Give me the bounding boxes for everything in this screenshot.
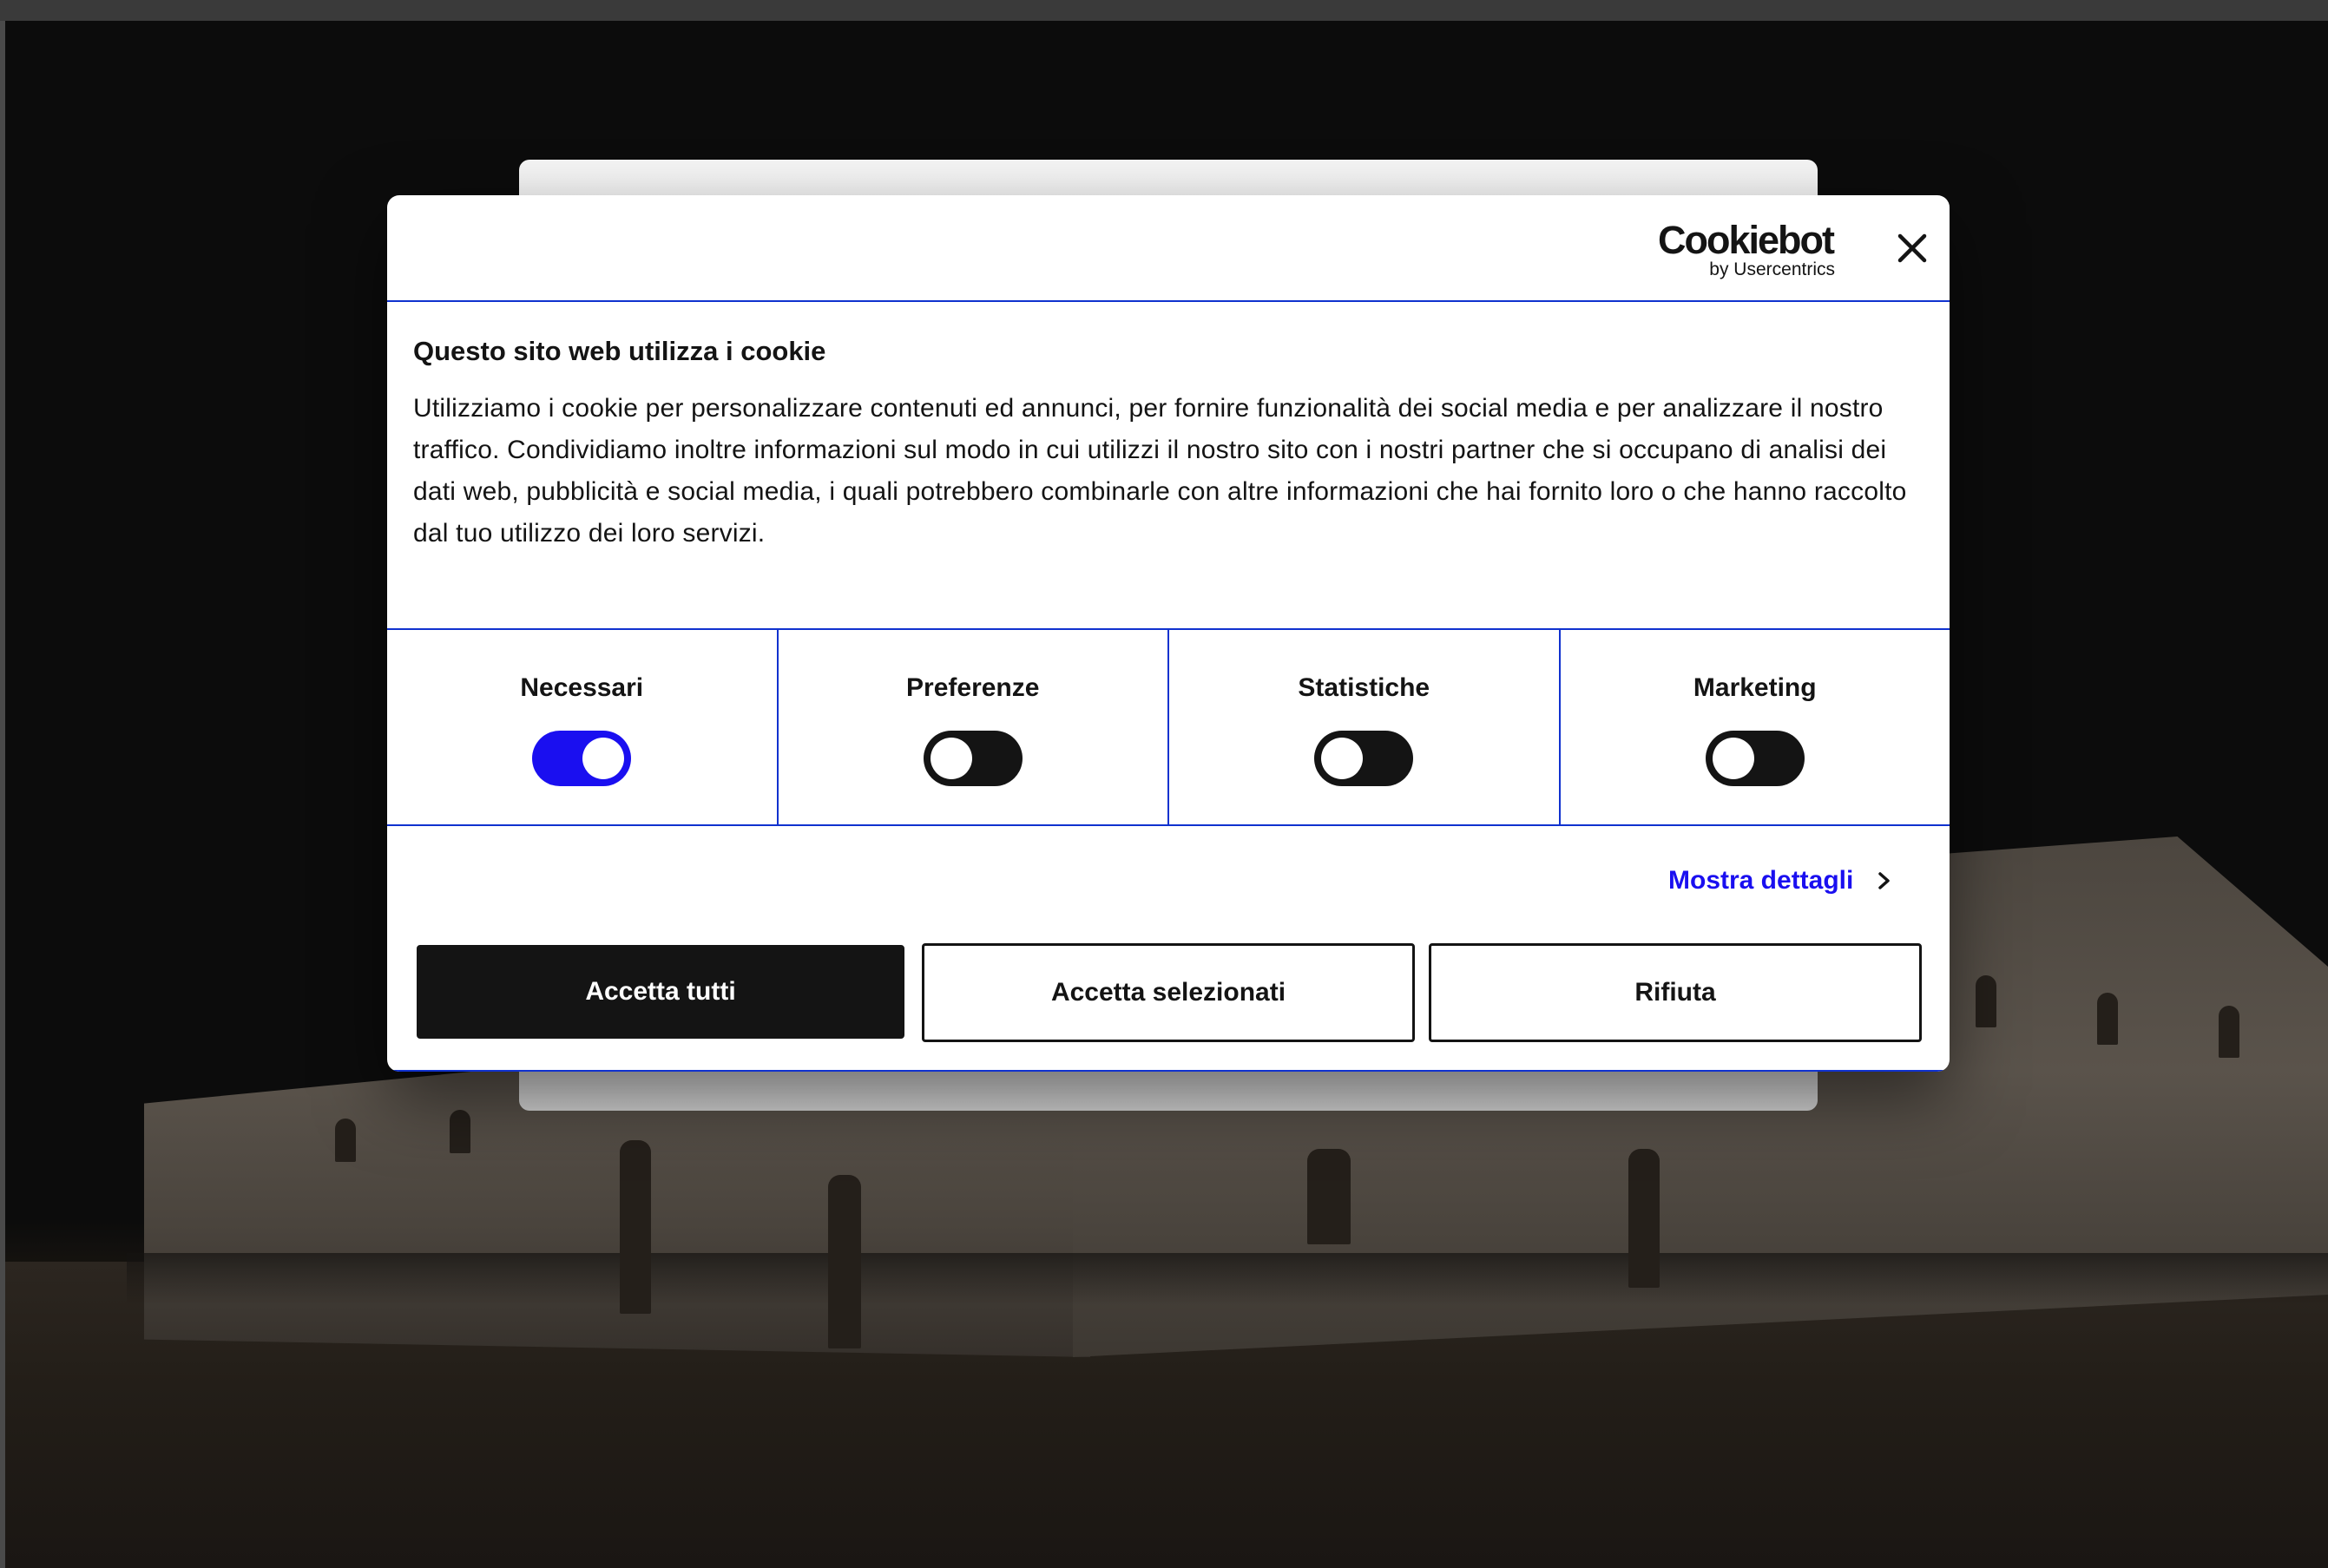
statistiche-toggle[interactable] bbox=[1314, 731, 1414, 786]
category-statistiche: Statistiche bbox=[1167, 630, 1559, 824]
building-window bbox=[620, 1140, 651, 1314]
close-icon bbox=[1897, 233, 1927, 263]
category-necessari: Necessari bbox=[387, 630, 777, 824]
browser-top-bar bbox=[0, 0, 2328, 21]
dialog-body: Questo sito web utilizza i cookie Utiliz… bbox=[413, 334, 1924, 554]
toggle-knob bbox=[930, 738, 972, 779]
logo-wordmark: Cookiebot bbox=[1658, 218, 1835, 262]
category-label: Necessari bbox=[520, 673, 644, 702]
building-window bbox=[335, 1119, 356, 1162]
dialog-title: Questo sito web utilizza i cookie bbox=[413, 336, 826, 366]
close-button[interactable] bbox=[1891, 226, 1934, 270]
toggle-knob bbox=[1712, 738, 1754, 779]
building-base-shadow bbox=[127, 1253, 2328, 1305]
category-label: Statistiche bbox=[1298, 673, 1430, 702]
accept-selected-button[interactable]: Accetta selezionati bbox=[922, 943, 1415, 1042]
category-label: Preferenze bbox=[906, 673, 1040, 702]
marketing-toggle[interactable] bbox=[1705, 731, 1805, 786]
cookie-consent-dialog: Cookiebot by Usercentrics Questo sito we… bbox=[387, 195, 1950, 1072]
toggle-knob bbox=[1321, 738, 1364, 779]
building-window bbox=[450, 1110, 470, 1153]
preferenze-toggle[interactable] bbox=[923, 731, 1023, 786]
dialog-header: Cookiebot by Usercentrics bbox=[387, 195, 1950, 302]
dialog-bottom-border bbox=[387, 1070, 1950, 1072]
building-window bbox=[1976, 975, 1996, 1027]
toggle-knob bbox=[582, 738, 625, 779]
category-label: Marketing bbox=[1693, 673, 1817, 702]
reject-button[interactable]: Rifiuta bbox=[1429, 943, 1922, 1042]
building-window bbox=[2097, 993, 2118, 1045]
logo-subtitle: by Usercentrics bbox=[1709, 259, 1835, 279]
building-window bbox=[1628, 1149, 1660, 1288]
show-details-link[interactable]: Mostra dettagli bbox=[1668, 863, 1893, 898]
show-details-label: Mostra dettagli bbox=[1668, 866, 1854, 895]
chevron-right-icon bbox=[1878, 872, 1891, 889]
building-window bbox=[1307, 1149, 1351, 1244]
dialog-description: Utilizziamo i cookie per personalizzare … bbox=[413, 394, 1907, 548]
category-marketing: Marketing bbox=[1558, 630, 1950, 824]
accept-all-button[interactable]: Accetta tutti bbox=[417, 945, 904, 1039]
category-preferenze: Preferenze bbox=[776, 630, 1168, 824]
cookiebot-logo: Cookiebot by Usercentrics bbox=[1658, 218, 1840, 279]
building-window bbox=[828, 1175, 861, 1348]
building-window bbox=[2219, 1006, 2239, 1058]
consent-categories: Necessari Preferenze Statistiche Marketi… bbox=[387, 628, 1950, 826]
necessari-toggle[interactable] bbox=[532, 731, 632, 786]
